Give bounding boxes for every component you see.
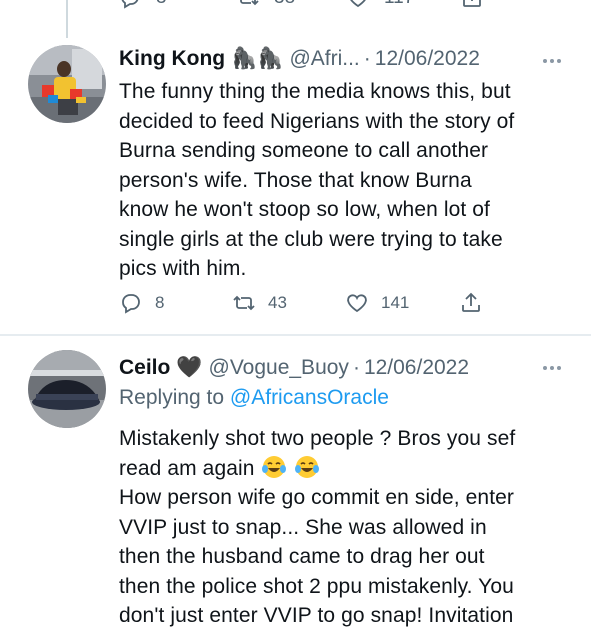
- tweet-date[interactable]: 12/06/2022: [364, 355, 469, 381]
- retweet-action[interactable]: 38: [236, 0, 295, 10]
- tweet-text-line: then the police shot 2 ppu mistakenly. Y…: [119, 574, 514, 598]
- retweet-count: 43: [268, 293, 287, 312]
- tweet-text-line: then the husband came to drag her out: [119, 545, 485, 568]
- tweet-actions: 8 43 141: [119, 291, 480, 319]
- reply-button[interactable]: 8: [119, 291, 164, 315]
- tweet-text-line: How person wife go commit en side, enter: [119, 486, 515, 509]
- reply-count: 8: [155, 293, 165, 312]
- replying-to-mention[interactable]: @AfricansOracle: [230, 386, 389, 409]
- retweet-count: 38: [274, 0, 295, 9]
- display-name[interactable]: King Kong: [119, 46, 225, 72]
- tweet-text-line: know he won't stoop so low, when lot of: [119, 198, 490, 221]
- more-options-icon[interactable]: [543, 366, 561, 370]
- tweet-text-line: The funny thing the media knows this, bu…: [119, 80, 511, 103]
- share-icon: [463, 0, 481, 7]
- replying-to: Replying to @AfricansOracle: [119, 386, 389, 410]
- retweet-button[interactable]: 43: [232, 291, 287, 315]
- like-button[interactable]: 141: [345, 291, 409, 315]
- tweet-text: Mistakenly shot two people ? Bros you se…: [119, 424, 569, 630]
- like-count: 117: [384, 0, 414, 9]
- tweet-text-line-with-emoji: read am again: [119, 454, 569, 484]
- reply-action[interactable]: 3: [118, 0, 167, 10]
- tweet-header: Ceilo 🖤 @Vogue_Buoy · 12/06/2022: [119, 355, 469, 381]
- tweet-divider: [0, 334, 591, 336]
- thread-connector-line: [66, 0, 68, 38]
- tears-of-joy-emoji-icon: [295, 455, 320, 478]
- user-handle[interactable]: @Vogue_Buoy: [209, 355, 349, 381]
- share-button[interactable]: [459, 291, 483, 315]
- like-count: 141: [381, 293, 410, 312]
- tweet-text-line: pics with him.: [119, 257, 247, 280]
- tweet-text-line: Mistakenly shot two people ? Bros you se…: [119, 427, 516, 450]
- reply-icon: [121, 0, 139, 9]
- tweet-text-line: don't just enter VVIP to go snap! Invita…: [119, 604, 514, 627]
- retweet-icon: [233, 295, 255, 311]
- heart-icon: [350, 0, 366, 8]
- tweet-text-segment: read am again: [119, 456, 255, 480]
- black-heart-emoji: 🖤: [176, 356, 203, 379]
- avatar[interactable]: [28, 350, 106, 428]
- separator-dot: ·: [352, 356, 360, 379]
- tears-of-joy-emoji-icon: [261, 455, 286, 478]
- tweet[interactable]: King Kong 🦍🦍 @Afri... · 12/06/2022 The f…: [0, 35, 591, 335]
- avatar-photo: [28, 350, 106, 428]
- tweet-text-line: single girls at the club were trying to …: [119, 227, 503, 251]
- tweet-text-line: decided to feed Nigerians with the story…: [119, 109, 515, 133]
- tweet-text-line: VVIP just to snap... She was allowed in: [119, 515, 487, 539]
- tweet-text: The funny thing the media knows this, bu…: [119, 77, 569, 284]
- tweet-header: King Kong 🦍🦍 @Afri... · 12/06/2022: [119, 46, 480, 72]
- user-handle[interactable]: @Afri...: [289, 46, 359, 72]
- replying-to-label: Replying to: [119, 386, 225, 409]
- gorilla-emoji: 🦍🦍: [231, 47, 284, 70]
- separator-dot: ·: [363, 47, 371, 70]
- like-action[interactable]: 117: [346, 0, 414, 10]
- tweet[interactable]: Ceilo 🖤 @Vogue_Buoy · 12/06/2022 Replyin…: [0, 338, 591, 630]
- avatar[interactable]: [28, 45, 106, 123]
- more-options-icon[interactable]: [543, 59, 561, 63]
- previous-tweet-actions: 3 38 117: [118, 0, 498, 14]
- avatar-photo: [28, 45, 106, 123]
- heart-icon: [347, 294, 367, 313]
- share-action[interactable]: [460, 0, 484, 10]
- tweet-date[interactable]: 12/06/2022: [375, 46, 480, 72]
- share-icon: [462, 292, 480, 312]
- retweet-icon: [240, 0, 259, 6]
- tweet-text-line: Burna sending someone to call another: [119, 139, 489, 162]
- reply-icon: [122, 294, 140, 314]
- display-name[interactable]: Ceilo: [119, 355, 170, 381]
- reply-count: 3: [156, 0, 167, 9]
- tweet-text-line: person's wife. Those that know Burna: [119, 168, 472, 192]
